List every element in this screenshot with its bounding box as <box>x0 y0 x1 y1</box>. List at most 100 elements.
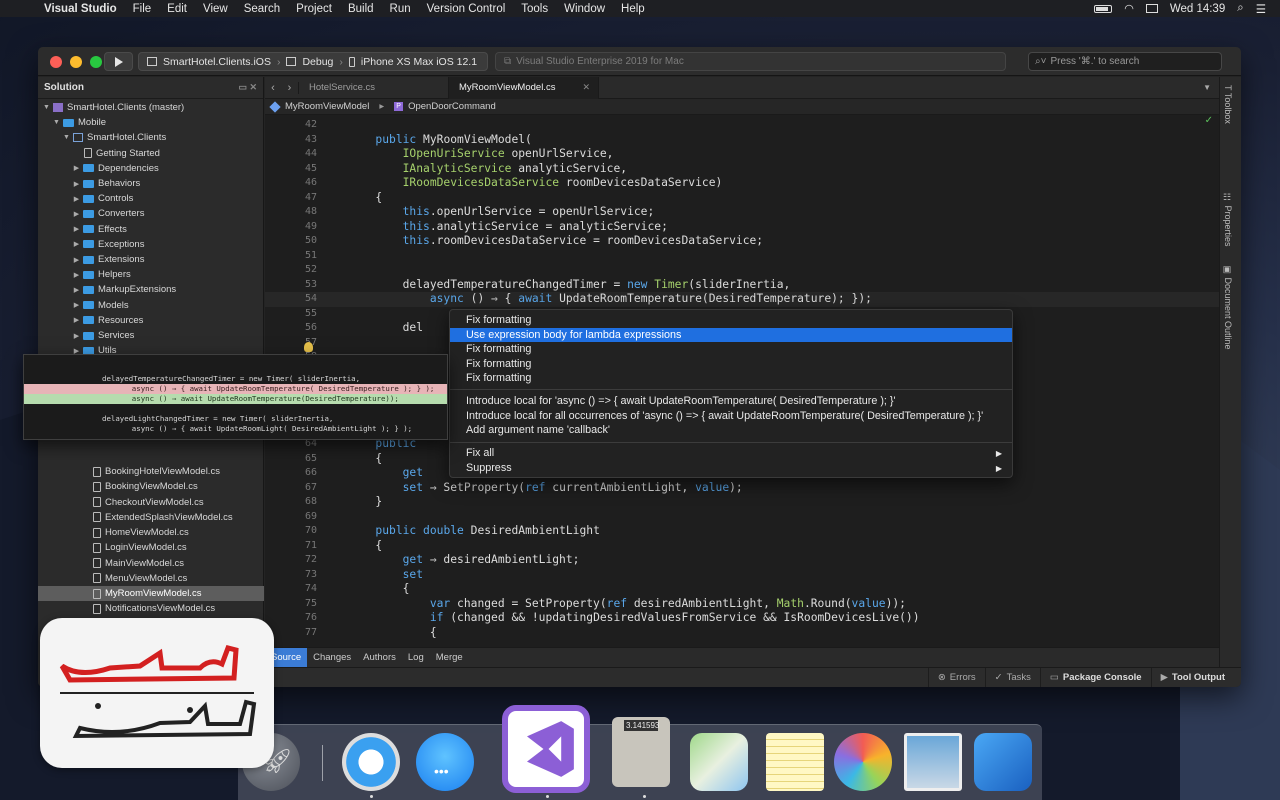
safari-icon[interactable] <box>342 733 400 791</box>
disclosure-arrow-icon[interactable]: ▶ <box>72 332 81 340</box>
code-line[interactable]: 48 this.openUrlService = openUrlService; <box>265 205 1219 220</box>
tab-my-room-view-model[interactable]: MyRoomViewModel.cs ✕ <box>449 76 599 99</box>
code-line[interactable]: 73 set <box>265 568 1219 583</box>
disclosure-arrow-icon[interactable]: ▼ <box>62 134 71 141</box>
menu-build[interactable]: Build <box>340 3 382 15</box>
tree-item-file[interactable]: NotificationsViewModel.cs <box>38 601 264 616</box>
config-selector-label[interactable]: Debug <box>302 56 333 68</box>
tab-overflow-icon[interactable]: ▼ <box>1203 83 1211 92</box>
xcode-icon[interactable] <box>974 733 1032 791</box>
tab-hotel-service[interactable]: HotelService.cs <box>299 76 449 99</box>
menu-help[interactable]: Help <box>613 3 653 15</box>
close-window-button[interactable] <box>50 56 62 68</box>
code-line[interactable]: 52 <box>265 263 1219 278</box>
minimize-window-button[interactable] <box>70 56 82 68</box>
menu-item-use-expression-body[interactable]: Use expression body for lambda expressio… <box>450 327 1012 342</box>
tree-item[interactable]: ▶ MarkupExtensions <box>38 282 264 297</box>
menu-app-name[interactable]: Visual Studio <box>36 3 125 15</box>
notes-icon[interactable] <box>766 733 824 791</box>
tree-item[interactable]: ▶ Services <box>38 328 264 343</box>
menu-run[interactable]: Run <box>382 3 419 15</box>
notification-center-icon[interactable]: ☰ <box>1256 2 1266 16</box>
code-line[interactable]: 49 this.analyticService = analyticServic… <box>265 220 1219 235</box>
menu-version-control[interactable]: Version Control <box>419 3 514 15</box>
disclosure-arrow-icon[interactable]: ▶ <box>72 210 81 218</box>
tree-item[interactable]: ▶ Dependencies <box>38 161 264 176</box>
pad-controls[interactable]: ▭ ✕ <box>238 82 263 93</box>
tool-output-button[interactable]: ▶ Tool Output <box>1150 667 1241 687</box>
tree-item-file[interactable]: LoginViewModel.cs <box>38 540 264 555</box>
tree-item[interactable]: ▼ Mobile <box>38 115 264 130</box>
toolbox-pad-tab[interactable]: T Toolbox <box>1223 85 1233 124</box>
menu-item-add-argument-name[interactable]: Add argument name 'callback' <box>450 423 1012 438</box>
tab-authors[interactable]: Authors <box>357 648 402 668</box>
menu-item-fix-formatting[interactable]: Fix formatting <box>450 371 1012 386</box>
menu-item-introduce-local[interactable]: Introduce local for 'async () => { await… <box>450 394 1012 409</box>
search-field[interactable]: ⌕˅ Press '⌘.' to search <box>1028 52 1222 71</box>
tree-item-file[interactable]: BookingHotelViewModel.cs <box>38 464 264 479</box>
tree-item[interactable]: ▼ SmartHotel.Clients <box>38 130 264 145</box>
tree-item[interactable]: ▶ Extensions <box>38 252 264 267</box>
code-line[interactable]: 69 <box>265 510 1219 525</box>
disclosure-arrow-icon[interactable]: ▶ <box>72 271 81 279</box>
code-line[interactable]: 47 { <box>265 191 1219 206</box>
tab-merge[interactable]: Merge <box>430 648 469 668</box>
menu-window[interactable]: Window <box>556 3 613 15</box>
calculator-icon[interactable]: 3.141593 <box>612 717 670 787</box>
errors-pad-button[interactable]: ⊗ Errors <box>927 667 985 687</box>
code-line[interactable]: 54 async () ⇒ { await UpdateRoomTemperat… <box>265 292 1219 307</box>
tab-changes[interactable]: Changes <box>307 648 357 668</box>
wifi-icon[interactable]: ◠ <box>1124 2 1134 15</box>
menu-item-fix-formatting[interactable]: Fix formatting <box>450 342 1012 357</box>
lightbulb-icon[interactable] <box>304 342 313 352</box>
code-line[interactable]: 70 public double DesiredAmbientLight <box>265 524 1219 539</box>
breadcrumb-member[interactable]: OpenDoorCommand <box>408 101 496 112</box>
tree-item[interactable]: ▶ Helpers <box>38 267 264 282</box>
code-line[interactable]: 75 var changed = SetProperty(ref desired… <box>265 597 1219 612</box>
tasks-pad-button[interactable]: ✓ Tasks <box>984 667 1040 687</box>
messages-icon[interactable]: ••• <box>416 733 474 791</box>
code-line[interactable]: 50 this.roomDevicesDataService = roomDev… <box>265 234 1219 249</box>
clock[interactable]: Wed 14:39 <box>1170 3 1225 15</box>
disclosure-arrow-icon[interactable]: ▶ <box>72 180 81 188</box>
airplay-icon[interactable] <box>1145 4 1158 13</box>
code-line[interactable]: 77 { <box>265 626 1219 641</box>
package-console-button[interactable]: ▭ Package Console <box>1039 667 1151 687</box>
menu-edit[interactable]: Edit <box>159 3 195 15</box>
tree-item[interactable]: ▶ Models <box>38 298 264 313</box>
photos-icon[interactable] <box>834 733 892 791</box>
code-line[interactable]: 51 <box>265 249 1219 264</box>
zoom-window-button[interactable] <box>90 56 102 68</box>
code-line[interactable]: 42 <box>265 118 1219 133</box>
menu-file[interactable]: File <box>125 3 160 15</box>
code-line[interactable]: 74 { <box>265 582 1219 597</box>
menu-project[interactable]: Project <box>288 3 340 15</box>
disclosure-arrow-icon[interactable]: ▼ <box>42 104 51 111</box>
code-line[interactable]: 45 IAnalyticService analyticService, <box>265 162 1219 177</box>
tree-item[interactable]: ▶ Behaviors <box>38 176 264 191</box>
tree-item-file[interactable]: BookingViewModel.cs <box>38 479 264 494</box>
project-selector-label[interactable]: SmartHotel.Clients.iOS <box>163 56 271 68</box>
tree-item[interactable]: ▶ Controls <box>38 191 264 206</box>
disclosure-arrow-icon[interactable]: ▶ <box>72 195 81 203</box>
tab-log[interactable]: Log <box>402 648 430 668</box>
disclosure-arrow-icon[interactable]: ▶ <box>72 286 81 294</box>
disclosure-arrow-icon[interactable]: ▼ <box>52 119 61 126</box>
battery-icon[interactable] <box>1094 4 1113 13</box>
menu-item-fix-formatting[interactable]: Fix formatting <box>450 357 1012 372</box>
code-line[interactable]: 68 } <box>265 495 1219 510</box>
tree-item[interactable]: ▶ Resources <box>38 313 264 328</box>
code-line[interactable]: 53 delayedTemperatureChangedTimer = new … <box>265 278 1219 293</box>
tree-item[interactable]: ▶ Effects <box>38 222 264 237</box>
tree-item[interactable]: ▶ Converters <box>38 206 264 221</box>
tree-item-file[interactable]: HomeViewModel.cs <box>38 525 264 540</box>
tree-item-file[interactable]: MenuViewModel.cs <box>38 571 264 586</box>
tree-item-file[interactable]: MyRoomViewModel.cs <box>38 586 264 601</box>
code-line[interactable]: 67 set ⇒ SetProperty(ref currentAmbientL… <box>265 481 1219 496</box>
menu-view[interactable]: View <box>195 3 236 15</box>
run-button[interactable] <box>104 52 133 71</box>
disclosure-arrow-icon[interactable]: ▶ <box>72 225 81 233</box>
code-line[interactable]: 43 public MyRoomViewModel( <box>265 133 1219 148</box>
document-outline-pad-tab[interactable]: ▣ Document Outline <box>1223 265 1233 350</box>
device-selector-label[interactable]: iPhone XS Max iOS 12.1 <box>361 56 477 68</box>
